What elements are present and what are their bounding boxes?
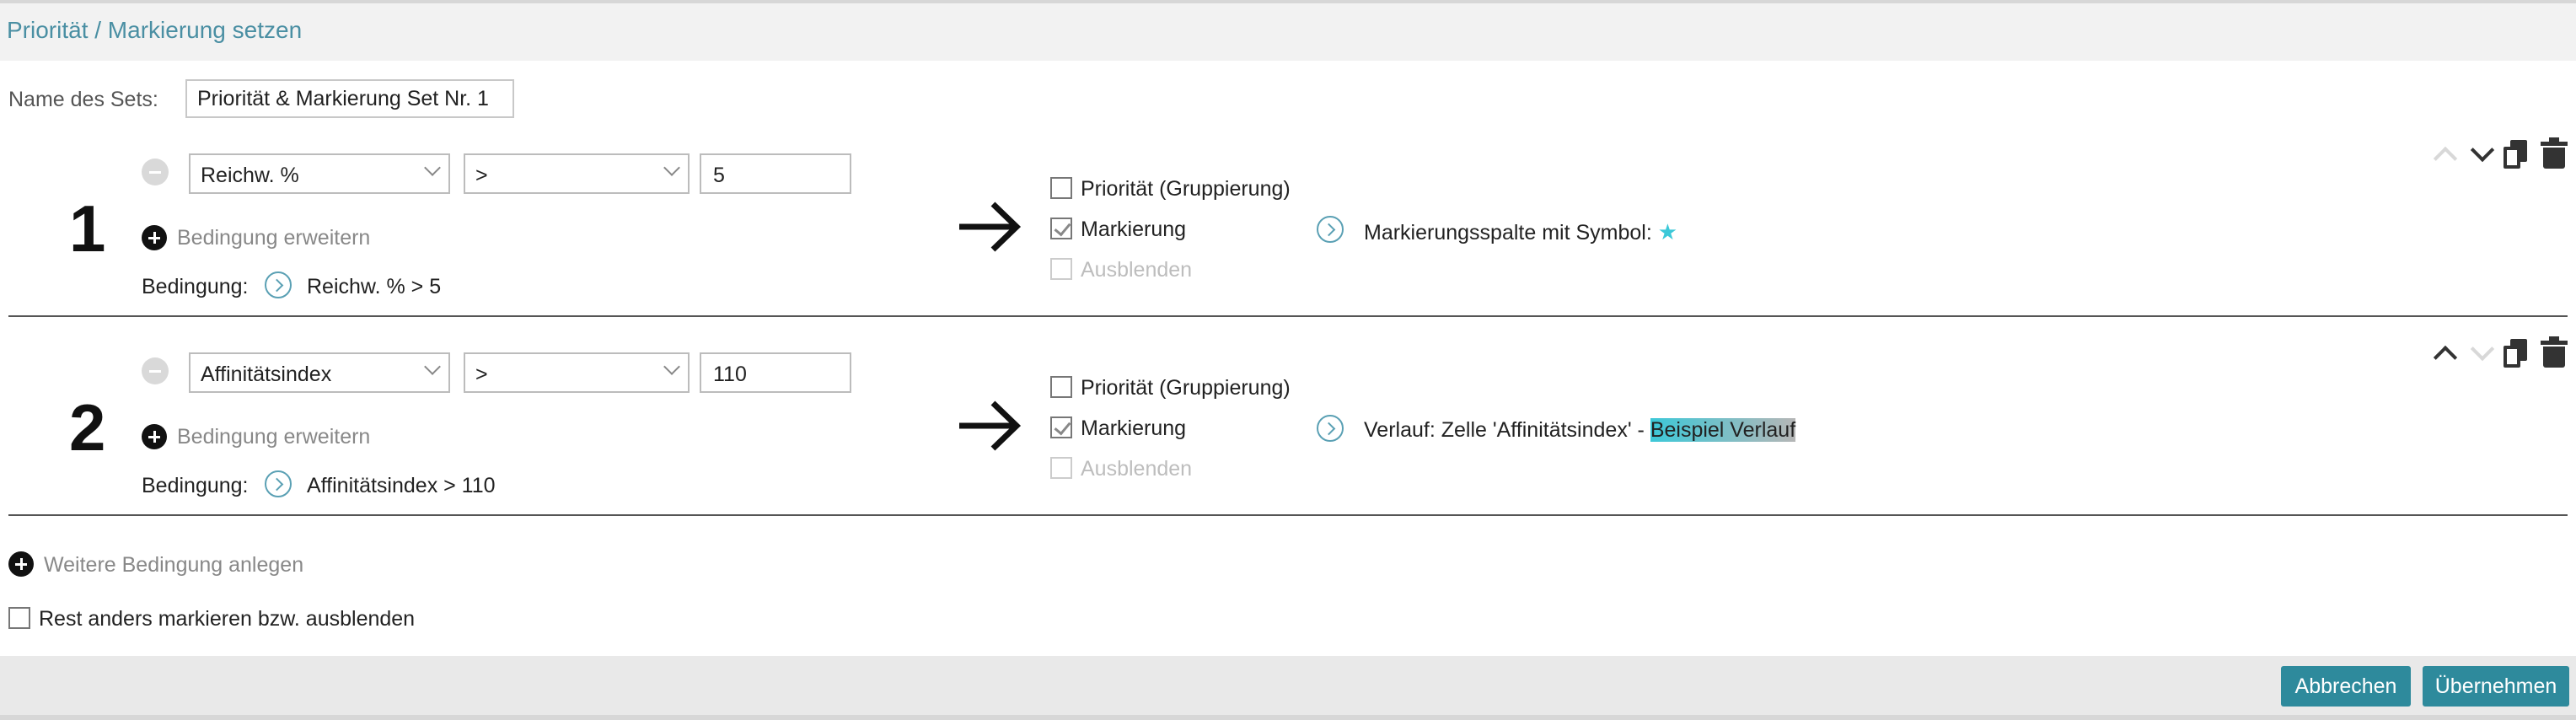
extend-condition-link[interactable]: Bedingung erweitern (177, 425, 370, 449)
rest-label: Rest anders markieren bzw. ausblenden (39, 607, 416, 631)
arrow-right-icon (959, 201, 1022, 252)
chevron-right-circle-icon[interactable] (1317, 415, 1344, 442)
priority-checkbox[interactable] (1050, 376, 1072, 398)
hide-checkbox[interactable] (1050, 258, 1072, 280)
star-icon: ★ (1657, 219, 1678, 244)
apply-button[interactable]: Übernehmen (2423, 666, 2569, 707)
condition-label: Bedingung: (142, 474, 249, 497)
move-down-icon[interactable] (2466, 138, 2497, 169)
plus-icon[interactable] (142, 225, 167, 250)
trash-icon[interactable] (2539, 336, 2569, 368)
priority-checkbox[interactable] (1050, 177, 1072, 199)
chevron-right-circle-icon[interactable] (265, 470, 292, 497)
chevron-down-icon (424, 159, 441, 176)
hide-label: Ausblenden (1081, 258, 1193, 282)
divider (8, 514, 2568, 516)
value-input[interactable]: 110 (700, 352, 851, 393)
marking-checkbox[interactable] (1050, 416, 1072, 438)
gradient-detail-text: Verlauf: Zelle 'Affinitätsindex' - (1364, 418, 1650, 442)
move-up-icon[interactable] (2429, 138, 2460, 169)
priority-label: Priorität (Gruppierung) (1081, 376, 1291, 400)
plus-icon[interactable] (8, 551, 34, 577)
operator-select-value: > (475, 363, 488, 386)
field-select[interactable]: Affinitätsindex (189, 352, 450, 393)
hide-label: Ausblenden (1081, 457, 1193, 481)
priority-label: Priorität (Gruppierung) (1081, 177, 1291, 201)
dialog-header: Priorität / Markierung setzen (0, 3, 2576, 61)
set-name-label: Name des Sets: (8, 88, 158, 111)
chevron-right-circle-icon[interactable] (1317, 216, 1344, 243)
add-condition-link[interactable]: Weitere Bedingung anlegen (44, 553, 303, 578)
condition-text: Reichw. % > 5 (307, 275, 442, 298)
dialog-title: Priorität / Markierung setzen (7, 17, 303, 43)
field-select[interactable]: Reichw. % (189, 153, 450, 194)
condition-text: Affinitätsindex > 110 (307, 474, 496, 497)
gradient-sample: Beispiel Verlauf (1650, 418, 1796, 442)
value-input-text: 110 (713, 363, 747, 386)
move-down-icon[interactable] (2466, 337, 2497, 368)
trash-icon[interactable] (2539, 137, 2569, 169)
value-input[interactable]: 5 (700, 153, 851, 194)
marking-checkbox[interactable] (1050, 218, 1072, 239)
marking-detail-text: Markierungsspalte mit Symbol: (1364, 221, 1652, 244)
divider (8, 315, 2568, 317)
marking-detail: Markierungsspalte mit Symbol: ★ (1364, 219, 1677, 245)
chevron-down-icon (424, 358, 441, 375)
gradient-detail: Verlauf: Zelle 'Affinitätsindex' - Beisp… (1364, 418, 1796, 443)
marking-label: Markierung (1081, 218, 1187, 241)
set-name-input[interactable] (185, 79, 514, 118)
plus-icon[interactable] (142, 424, 167, 449)
remove-condition-button[interactable] (142, 357, 169, 384)
rule-number: 2 (69, 390, 106, 465)
extend-condition-link[interactable]: Bedingung erweitern (177, 226, 370, 250)
field-select-value: Affinitätsindex (201, 363, 332, 386)
bottom-edge (0, 715, 2576, 720)
copy-icon[interactable] (2500, 337, 2530, 368)
operator-select-value: > (475, 164, 488, 187)
copy-icon[interactable] (2500, 138, 2530, 169)
rule-number: 1 (69, 191, 106, 266)
hide-checkbox[interactable] (1050, 457, 1072, 479)
value-input-text: 5 (713, 164, 725, 187)
remove-condition-button[interactable] (142, 159, 169, 185)
chevron-down-icon (663, 358, 680, 375)
operator-select[interactable]: > (464, 352, 690, 393)
chevron-down-icon (663, 159, 680, 176)
operator-select[interactable]: > (464, 153, 690, 194)
move-up-icon[interactable] (2429, 337, 2460, 368)
cancel-button[interactable]: Abbrechen (2281, 666, 2411, 707)
arrow-right-icon (959, 400, 1022, 451)
chevron-right-circle-icon[interactable] (265, 271, 292, 298)
condition-label: Bedingung: (142, 275, 249, 298)
rest-checkbox[interactable] (8, 607, 30, 629)
marking-label: Markierung (1081, 416, 1187, 440)
field-select-value: Reichw. % (201, 164, 299, 187)
dialog-footer (0, 656, 2576, 720)
